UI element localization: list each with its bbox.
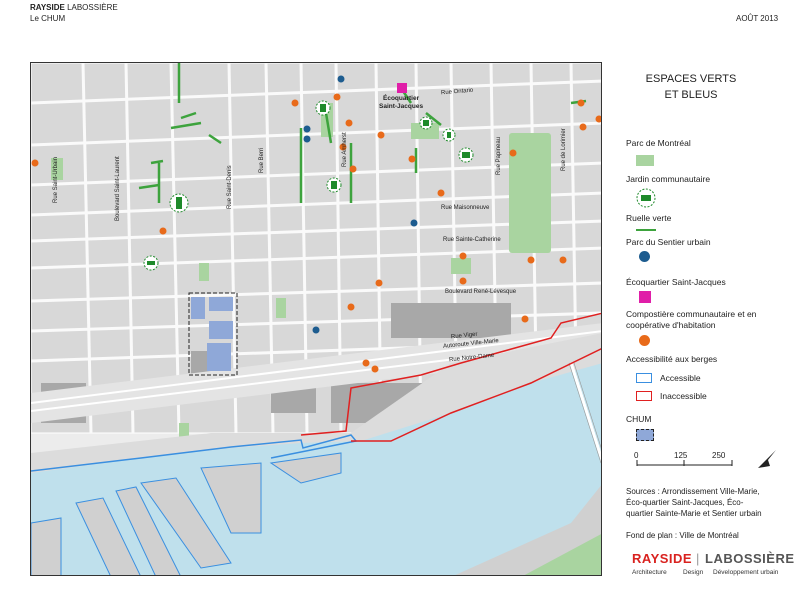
legend-inaccessible-box	[636, 391, 652, 401]
north-arrow-icon	[758, 450, 776, 468]
scale-label-125: 125	[674, 451, 688, 460]
map-frame[interactable]: Rue Saint-Urbain Boulevard Saint-Laurent…	[30, 62, 602, 576]
street-sainte-catherine: Rue Sainte-Catherine	[443, 237, 501, 243]
ecoquartier-label-1: Écoquartier	[383, 95, 420, 102]
sources-line-2: Éco-quartier Saint-Jacques, Éco-	[626, 498, 744, 507]
legend-ecoquartier: Écoquartier Saint-Jacques	[626, 277, 726, 287]
date-label: AOÛT 2013	[736, 14, 779, 23]
legend-title-2: ET BLEUS	[664, 89, 718, 101]
project-subtitle: Le CHUM	[30, 14, 66, 23]
legend-sentier-dot	[639, 251, 650, 262]
legend-accessible-box	[636, 373, 652, 383]
legend-jardin-icon	[636, 188, 656, 208]
sources-line-3: quartier Sainte-Marie et Sentier urbain	[626, 509, 762, 518]
legend-compostiere-1: Compostière communautaire et en	[626, 309, 757, 319]
brand-separator: |	[696, 551, 700, 566]
street-papineau: Rue Papineau	[496, 136, 502, 175]
legend-compostiere-2: coopérative d'habitation	[626, 320, 716, 330]
company-name-rest: LABOSSIÈRE	[67, 3, 118, 12]
street-berri: Rue Berri	[259, 147, 265, 173]
ecoquartier-marker	[397, 83, 407, 93]
street-saint-laurent: Boulevard Saint-Laurent	[115, 156, 121, 221]
brand-name-1: RAYSIDE	[632, 551, 693, 566]
legend-compost-dot	[639, 335, 650, 346]
legend-ruelle-line	[636, 229, 656, 231]
company-name-bold: RAYSIDE	[30, 3, 65, 12]
street-de-lorimier: Rue de Lorimier	[561, 128, 567, 171]
legend-inaccessible: Inaccessible	[660, 391, 707, 401]
brand-tag-1: Architecture	[632, 569, 667, 576]
legend-ecoquartier-square	[639, 291, 651, 303]
company-header: RAYSIDE LABOSSIÈRE	[30, 3, 118, 12]
brand-name-2: LABOSSIÈRE	[705, 551, 795, 566]
legend-accessible: Accessible	[660, 373, 701, 383]
legend-title-1: ESPACES VERTS	[645, 73, 737, 85]
ecoquartier-label-2: Saint-Jacques	[379, 103, 424, 110]
street-saint-urbain: Rue Saint-Urbain	[53, 156, 59, 203]
map-svg	[31, 63, 601, 575]
brand-tag-2: Design	[683, 569, 704, 576]
legend-parc: Parc de Montréal	[626, 138, 691, 148]
legend-chum: CHUM	[626, 414, 652, 424]
street-rene-levesque: Boulevard René-Lévesque	[445, 289, 517, 295]
legend-sentier: Parc du Sentier urbain	[626, 237, 711, 247]
legend-chum-swatch	[636, 429, 654, 441]
brand-tag-3: Développement urbain	[713, 569, 779, 576]
legend-parc-swatch	[636, 155, 654, 166]
fond-de-plan: Fond de plan : Ville de Montréal	[626, 531, 739, 540]
street-amherst: Rue Amherst	[342, 132, 348, 167]
street-maisonneuve: Rue Maisonneuve	[441, 205, 490, 211]
legend-berges: Accessibilité aux berges	[626, 354, 718, 364]
scale-label-0: 0	[634, 451, 639, 460]
scale-label-250: 250	[712, 451, 726, 460]
legend-ruelle: Ruelle verte	[626, 213, 672, 223]
street-saint-denis: Rue Saint-Denis	[227, 165, 233, 209]
sources-line-1: Sources : Arrondissement Ville-Marie,	[626, 487, 760, 496]
legend-jardin: Jardin communautaire	[626, 174, 711, 184]
